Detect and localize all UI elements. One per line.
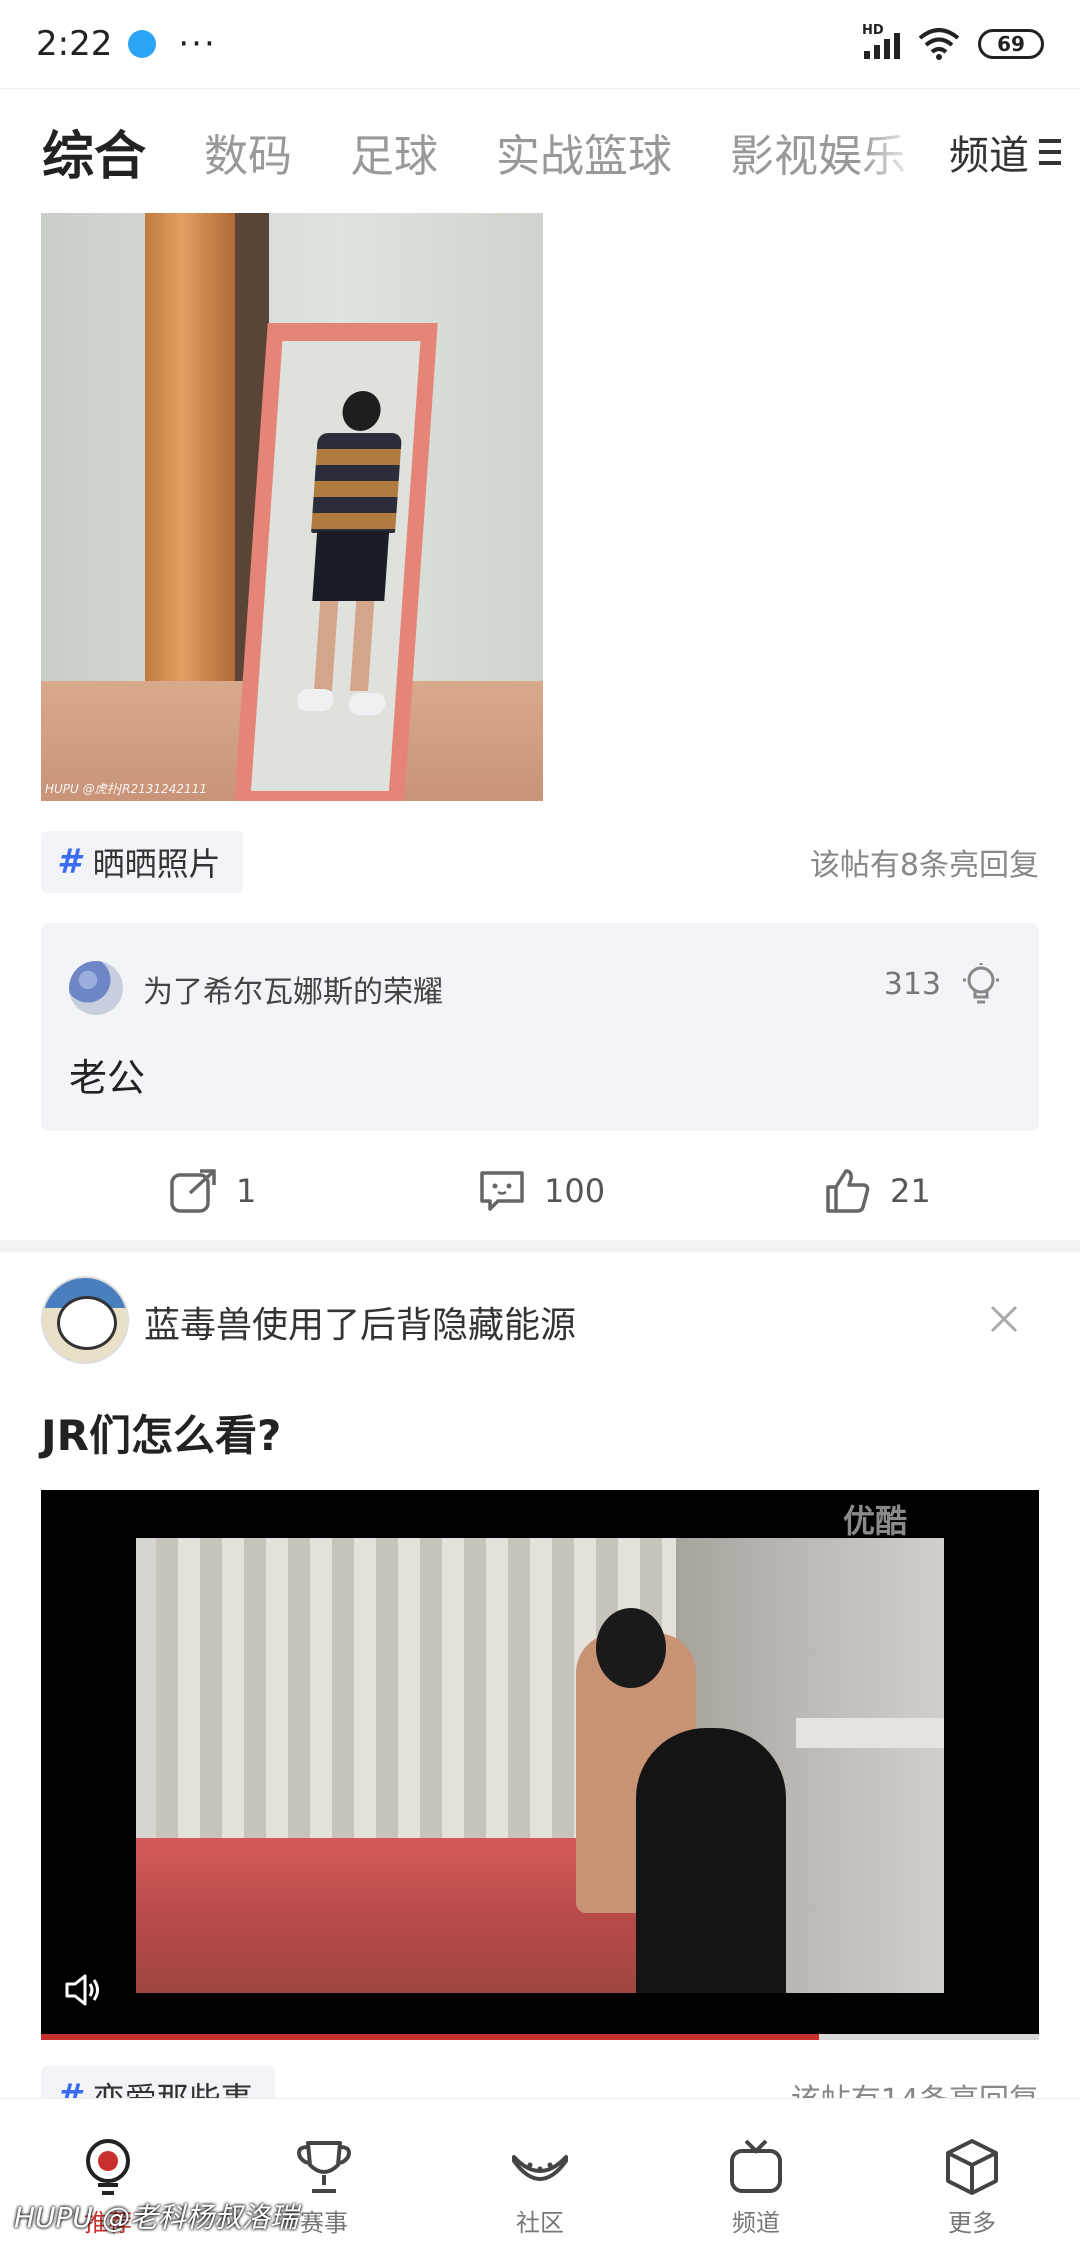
author-name[interactable]: 蓝毒兽使用了后背隐藏能源 [144,1296,576,1348]
light-replies-note: 该帖有8条亮回复 [809,848,1039,883]
hash-icon: # [57,842,81,882]
topic-label: 晒晒照片 [92,845,221,883]
video-source-logo: 优酷 [842,1502,907,1540]
lightbulb-icon[interactable] [959,961,1003,1007]
comment-button[interactable]: 100 [476,1156,605,1226]
light-count: 313 [883,967,941,1002]
nav-channels[interactable]: 频道 [648,2099,864,2248]
footer-watermark: HUPU @老科杨叔洛瑞 [14,2201,298,2234]
share-count: 1 [236,1172,257,1210]
signal-icon: HD [862,23,900,59]
share-button[interactable]: 1 [168,1156,256,1226]
watermelon-icon [512,2155,568,2181]
comment-icon [480,1171,524,1211]
reply-username[interactable]: 为了希尔瓦娜斯的荣耀 [143,967,443,1011]
status-bar: 2:22 ··· HD 69 [0,0,1080,88]
tab-football[interactable]: 足球 [350,120,438,184]
channel-label: 频道 [949,133,1029,179]
tab-general[interactable]: 综合 [42,114,146,189]
video-progress-bar[interactable] [41,2034,1039,2040]
video-progress-fill [41,2034,820,2040]
nav-community[interactable]: 社区 [432,2099,648,2248]
notification-dot-icon [128,30,157,58]
video-frame [136,1538,944,1993]
author-avatar[interactable] [41,1276,129,1364]
status-time: 2:22 [36,24,113,64]
tab-digital[interactable]: 数码 [204,120,292,184]
nav-events-label: 赛事 [300,2209,348,2237]
category-tabs: 综合 数码 足球 实战篮球 影视娱乐 频道 [0,88,1080,215]
recommend-icon [86,2139,130,2195]
topic-row: # 晒晒照片 该帖有8条亮回复 [41,831,1039,893]
channel-menu-button[interactable]: 频道 [930,89,1080,215]
video-player[interactable]: 优酷 [41,1490,1039,2040]
more-notifications-icon: ··· [178,24,217,64]
tv-icon [730,2139,782,2193]
post-photo[interactable]: HUPU @虎扑JR2131242111 [41,213,543,801]
nav-more[interactable]: 更多 [864,2099,1080,2248]
reply-avatar[interactable] [69,961,123,1015]
nav-community-label: 社区 [516,2209,564,2237]
post-divider [0,1240,1080,1252]
battery-indicator: 69 [978,29,1044,59]
like-count: 21 [890,1172,931,1210]
close-icon[interactable] [986,1301,1022,1337]
like-button[interactable]: 21 [822,1156,931,1226]
status-indicators: HD 69 [862,23,1044,60]
comment-count: 100 [544,1172,606,1210]
reply-text: 老公 [69,1056,146,1100]
cube-icon [946,2139,998,2195]
top-reply-card[interactable]: 为了希尔瓦娜斯的荣耀 313 老公 [41,923,1039,1131]
thumbs-up-icon [826,1169,870,1213]
nav-more-label: 更多 [948,2209,996,2237]
post-title[interactable]: JR们怎么看? [41,1402,281,1463]
tab-fade [860,89,920,215]
wifi-icon [918,28,960,60]
nav-channels-label: 频道 [732,2209,780,2237]
share-icon [170,1169,216,1213]
volume-icon[interactable] [63,1972,103,2008]
topic-tag[interactable]: # 晒晒照片 [41,831,243,893]
trophy-icon [297,2141,351,2193]
menu-icon [1039,139,1061,165]
bottom-navigation: 推荐 赛事 社区 频道 更多 HUPU @老科杨叔洛瑞 [0,2098,1080,2248]
network-type: HD [862,23,884,38]
photo-watermark: HUPU @虎扑JR2131242111 [45,782,207,796]
tab-basketball[interactable]: 实战篮球 [496,120,672,184]
